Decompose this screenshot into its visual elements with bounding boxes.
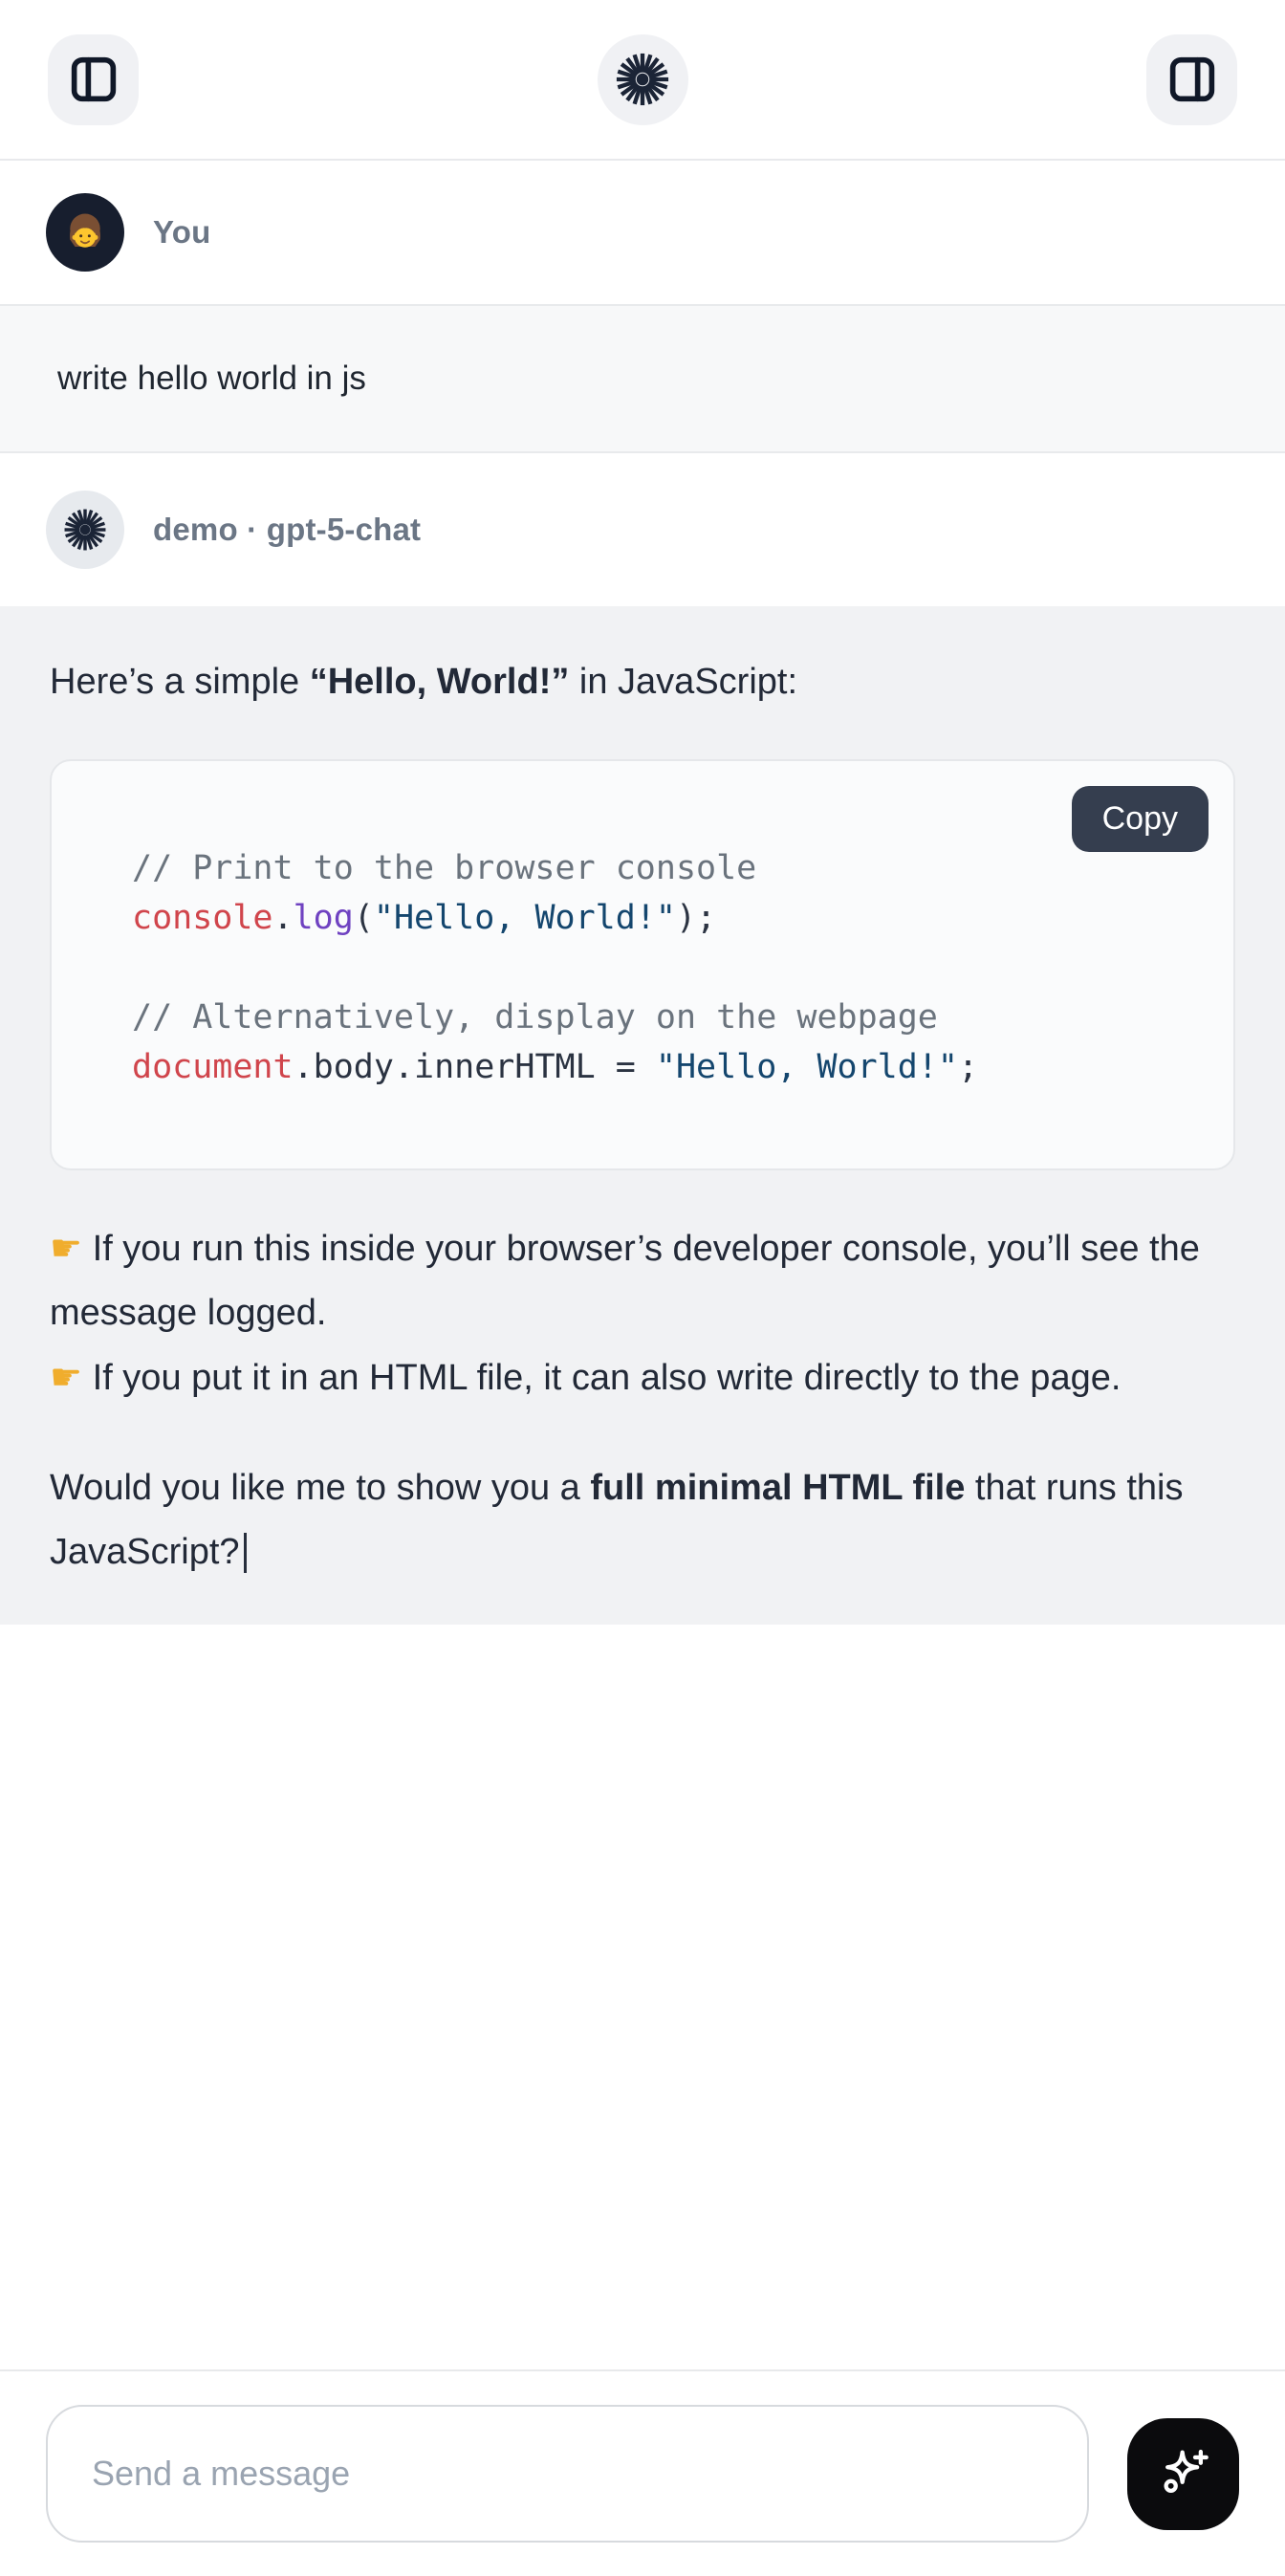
- text-segment: document: [132, 1048, 294, 1086]
- text-segment: );: [676, 899, 716, 937]
- text-segment: // Alternatively, display on the webpage: [132, 998, 938, 1037]
- sparkle-icon: [1153, 2443, 1214, 2504]
- text-segment: // Print to the browser console: [132, 849, 756, 887]
- person-emoji-icon: [59, 207, 111, 258]
- text-segment: Would you like me to show you a: [50, 1468, 590, 1508]
- code-block: Copy // Print to the browser console cons…: [50, 759, 1235, 1170]
- assistant-paragraph: Would you like me to show you a full min…: [50, 1456, 1235, 1584]
- logo-button[interactable]: [598, 34, 688, 125]
- message-input[interactable]: [46, 2405, 1089, 2543]
- assistant-header-row: demo · gpt-5-chat: [0, 453, 1285, 606]
- text-segment: log: [294, 899, 354, 937]
- copy-button[interactable]: Copy: [1072, 786, 1209, 852]
- text-segment: "Hello, World!": [374, 899, 676, 937]
- code-line: // Print to the browser console: [132, 843, 1195, 893]
- text-segment: console: [132, 899, 273, 937]
- pointing-right-emoji: ☛: [50, 1227, 82, 1269]
- panel-left-icon: [69, 55, 119, 104]
- code-line: [132, 943, 1195, 993]
- user-message-text: write hello world in js: [57, 360, 366, 397]
- assistant-label: demo · gpt-5-chat: [153, 512, 421, 548]
- text-segment: .: [273, 899, 294, 937]
- composer-bar: [0, 2369, 1285, 2576]
- send-button[interactable]: [1127, 2418, 1239, 2530]
- empty-scroll-area: [0, 1625, 1285, 2369]
- pointing-right-emoji: ☛: [50, 1356, 82, 1398]
- assistant-message: Here’s a simple “Hello, World!” in JavaS…: [0, 606, 1285, 1625]
- starburst-avatar-icon: [63, 508, 107, 552]
- sidebar-toggle-button[interactable]: [48, 34, 139, 125]
- assistant-paragraph: ☛ If you run this inside your browser’s …: [50, 1216, 1235, 1410]
- text-segment: full minimal HTML file: [590, 1468, 965, 1508]
- text-segment: If you run this inside your browser’s de…: [50, 1229, 1200, 1333]
- text-segment: “Hello, World!”: [310, 662, 570, 702]
- text-segment: (: [354, 899, 374, 937]
- assistant-avatar: [46, 491, 124, 569]
- panel-right-icon: [1167, 55, 1217, 104]
- code-line: // Alternatively, display on the webpage: [132, 993, 1195, 1042]
- text-segment: in JavaScript:: [569, 662, 797, 702]
- user-label: You: [153, 214, 210, 251]
- user-avatar: [46, 193, 124, 272]
- text-segment: If you put it in an HTML file, it can al…: [82, 1358, 1121, 1398]
- user-message-band: write hello world in js: [0, 304, 1285, 453]
- text-segment: ;: [958, 1048, 978, 1086]
- top-bar: [0, 0, 1285, 161]
- code-line: document.body.innerHTML = "Hello, World!…: [132, 1042, 1195, 1092]
- text-segment: "Hello, World!": [656, 1048, 958, 1086]
- user-header-row: You: [0, 161, 1285, 304]
- streaming-caret: [244, 1533, 247, 1573]
- text-segment: .body.innerHTML =: [294, 1048, 656, 1086]
- assistant-intro-text: Here’s a simple “Hello, World!” in JavaS…: [50, 650, 1235, 713]
- panel-toggle-button[interactable]: [1146, 34, 1237, 125]
- code-line: console.log("Hello, World!");: [132, 893, 1195, 943]
- starburst-logo-icon: [615, 52, 670, 107]
- code-content: // Print to the browser console console.l…: [132, 843, 1195, 1092]
- assistant-paragraphs: ☛ If you run this inside your browser’s …: [50, 1216, 1235, 1584]
- text-segment: Here’s a simple: [50, 662, 310, 702]
